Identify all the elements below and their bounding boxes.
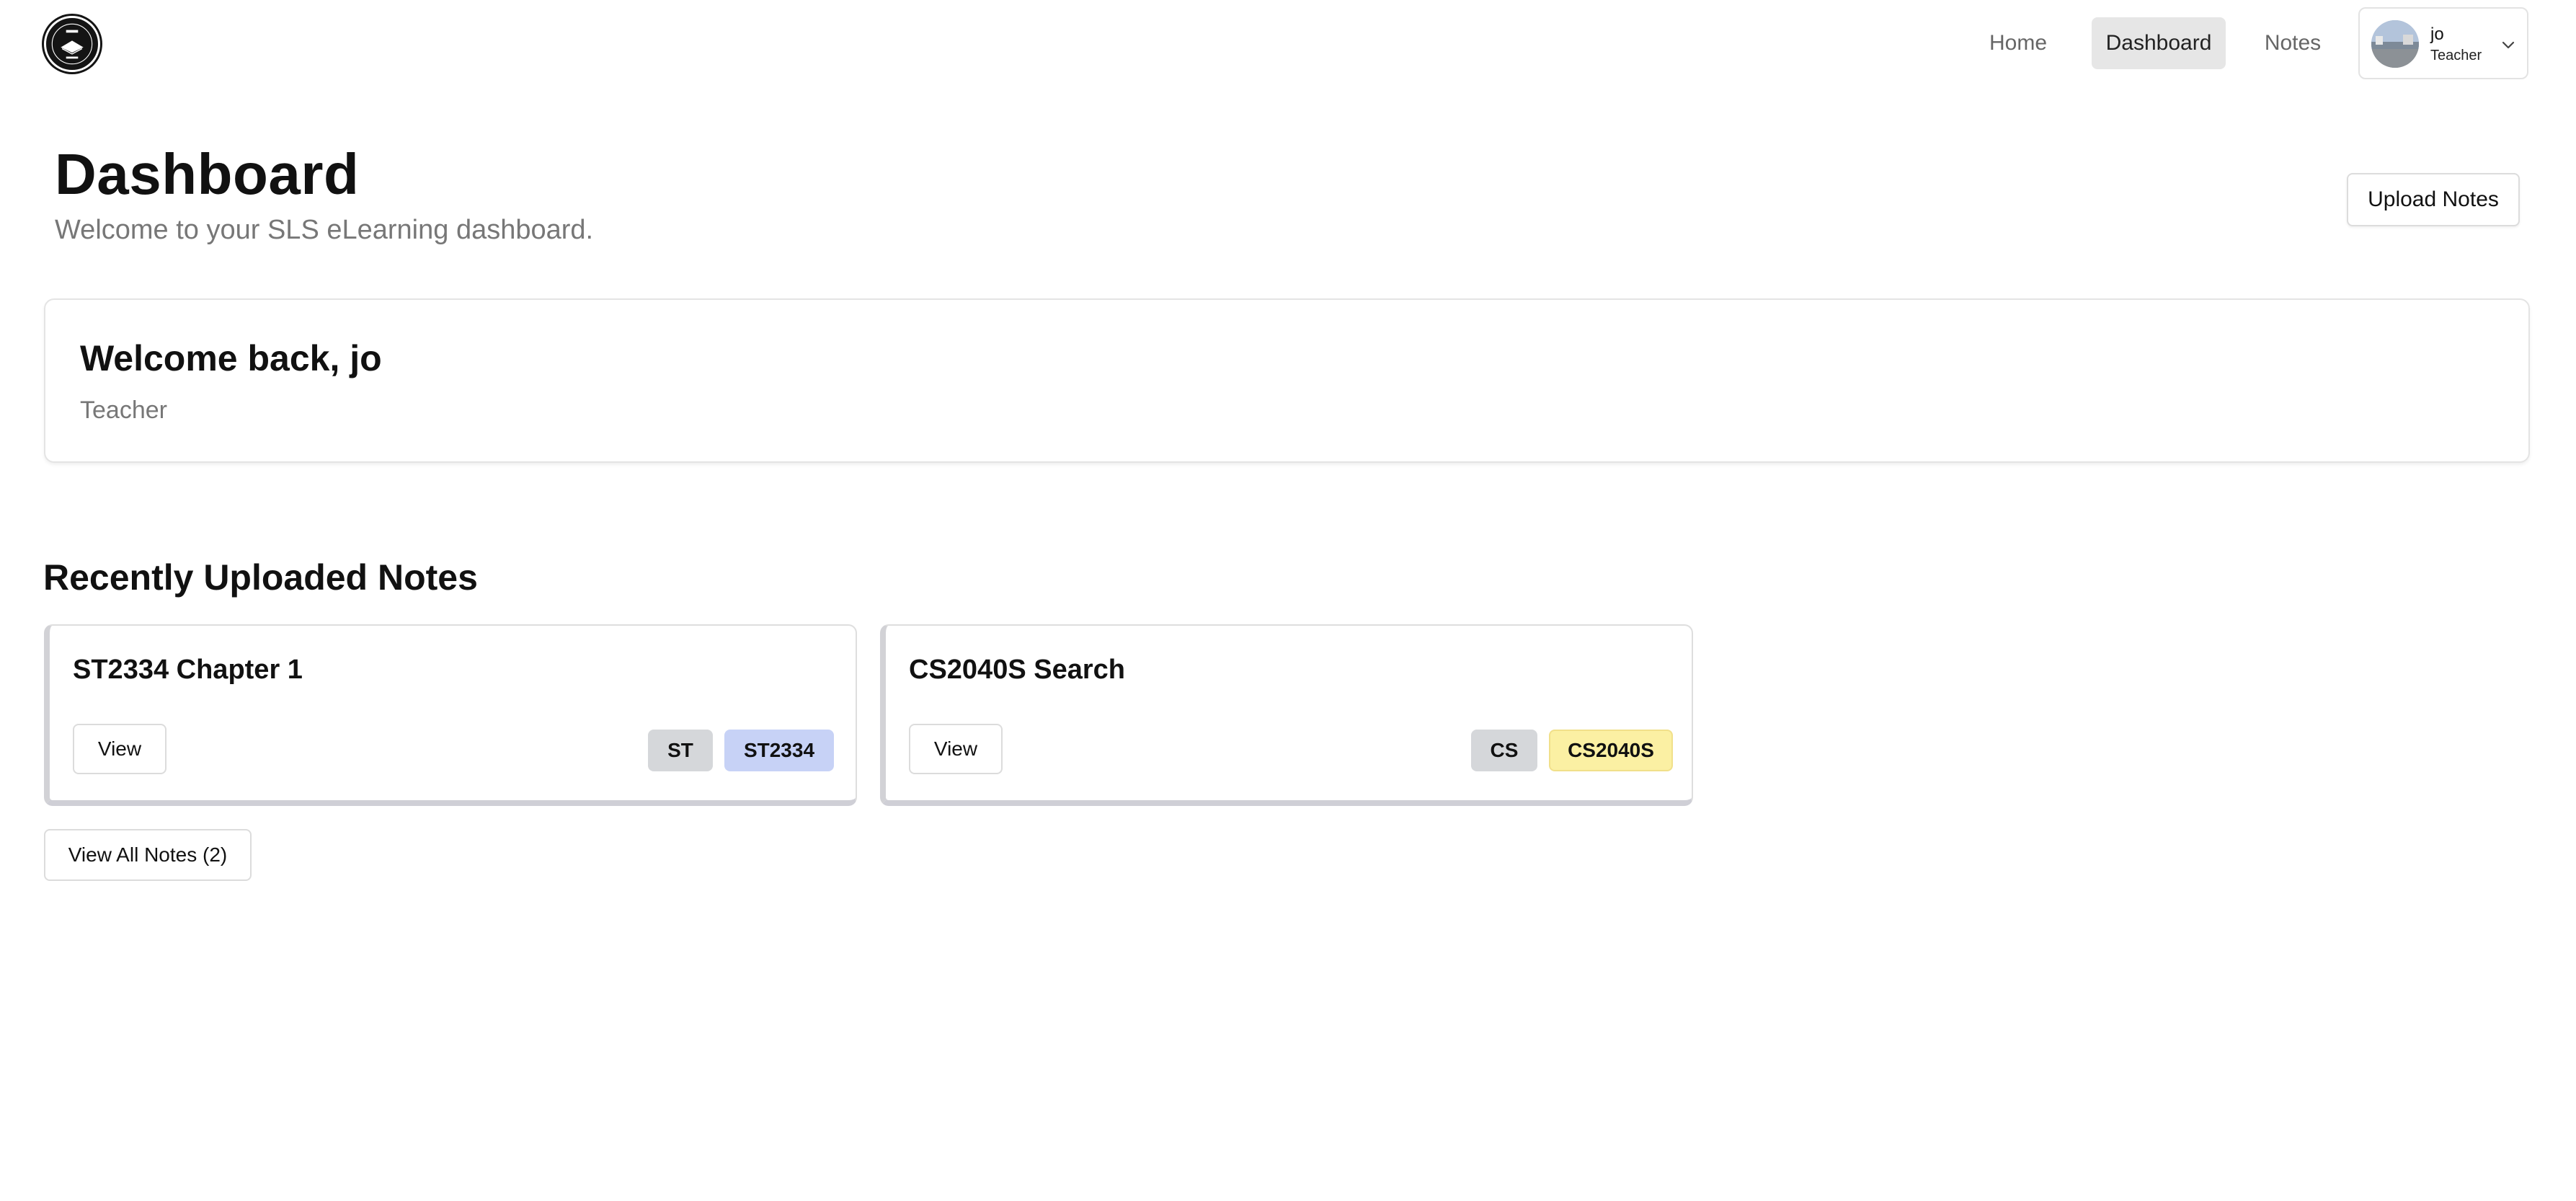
page-title: Dashboard xyxy=(55,142,360,206)
avatar xyxy=(2371,20,2419,68)
user-menu-button[interactable]: jo Teacher xyxy=(2358,7,2528,79)
user-role: Teacher xyxy=(2430,48,2482,63)
chevron-down-icon xyxy=(2502,41,2515,49)
note-title: ST2334 Chapter 1 xyxy=(73,655,303,685)
subject-tag: ST xyxy=(648,730,713,771)
page-subtitle: Welcome to your SLS eLearning dashboard. xyxy=(55,215,594,245)
nav-dashboard-link[interactable]: Dashboard xyxy=(2092,17,2226,69)
module-tag: ST2334 xyxy=(724,730,834,771)
module-tag: CS2040S xyxy=(1549,730,1673,771)
nav-home-link[interactable]: Home xyxy=(1975,17,2061,69)
view-note-button[interactable]: View xyxy=(909,724,1003,774)
recent-notes-heading: Recently Uploaded Notes xyxy=(43,557,478,598)
top-navigation-bar: Home Dashboard Notes jo Teacher xyxy=(0,0,2576,87)
user-name: jo xyxy=(2430,25,2444,44)
school-crest-logo-icon[interactable] xyxy=(44,16,100,72)
upload-notes-button[interactable]: Upload Notes xyxy=(2347,173,2520,226)
welcome-card: Welcome back, jo Teacher xyxy=(44,298,2530,463)
view-note-button[interactable]: View xyxy=(73,724,166,774)
welcome-title: Welcome back, jo xyxy=(80,338,382,378)
note-card: ST2334 Chapter 1 View ST ST2334 xyxy=(44,624,857,806)
welcome-role: Teacher xyxy=(80,396,167,424)
note-card: CS2040S Search View CS CS2040S xyxy=(880,624,1693,806)
note-title: CS2040S Search xyxy=(909,655,1125,685)
nav-notes-link[interactable]: Notes xyxy=(2250,17,2335,69)
view-all-notes-button[interactable]: View All Notes (2) xyxy=(44,829,252,881)
subject-tag: CS xyxy=(1471,730,1537,771)
